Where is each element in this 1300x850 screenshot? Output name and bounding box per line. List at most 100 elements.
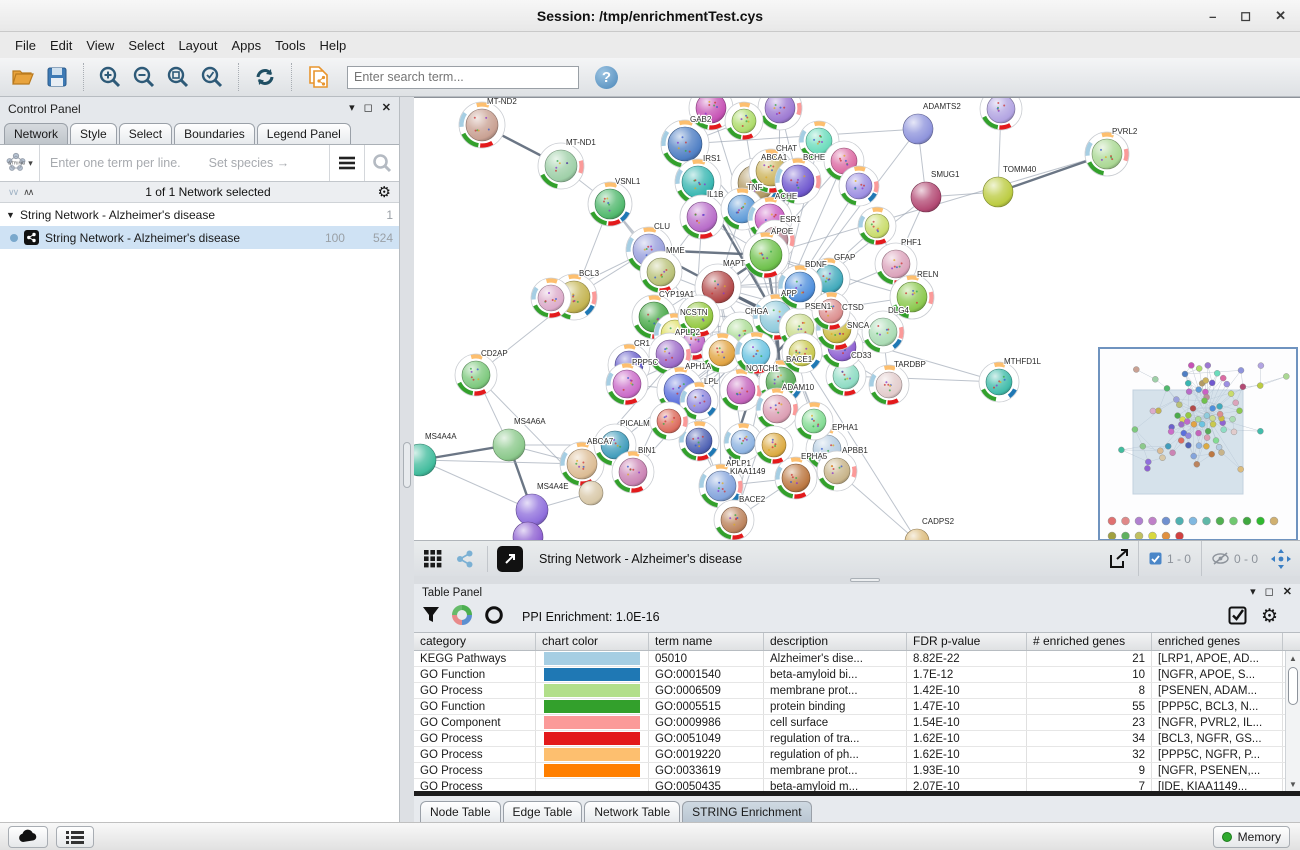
clone-network-icon[interactable] xyxy=(303,62,333,92)
network-node[interactable] xyxy=(987,98,1015,123)
network-node[interactable] xyxy=(687,389,711,413)
network-collection-row[interactable]: ▼ String Network - Alzheimer's disease 1 xyxy=(0,203,399,226)
column-header-enriched-genes[interactable]: enriched genes xyxy=(1152,633,1283,650)
network-node[interactable] xyxy=(619,458,647,486)
panel-float-icon[interactable]: ◻ xyxy=(364,103,373,114)
string-share-icon[interactable] xyxy=(452,546,478,572)
close-icon[interactable]: ✕ xyxy=(1275,8,1286,24)
network-node[interactable] xyxy=(869,318,897,346)
search-input[interactable] xyxy=(347,66,579,89)
network-node[interactable] xyxy=(983,177,1013,207)
network-node[interactable] xyxy=(763,395,791,423)
network-options-gear-icon[interactable]: ⚙ xyxy=(378,185,391,200)
chart-donut-icon[interactable] xyxy=(452,605,472,628)
tab-network-table[interactable]: Network Table xyxy=(584,801,680,822)
network-node[interactable] xyxy=(762,433,786,457)
network-node[interactable] xyxy=(721,507,747,533)
network-node[interactable] xyxy=(1092,139,1122,169)
scroll-thumb[interactable] xyxy=(1288,667,1298,705)
network-node[interactable] xyxy=(846,173,872,199)
scroll-down-icon[interactable]: ▼ xyxy=(1286,777,1300,791)
grid-view-icon[interactable] xyxy=(420,546,446,572)
menu-layout[interactable]: Layout xyxy=(171,35,224,56)
tab-legend-panel[interactable]: Legend Panel xyxy=(257,123,351,144)
network-node[interactable] xyxy=(462,361,490,389)
expand-all-icon[interactable]: ∧∧ xyxy=(23,187,32,198)
horizontal-splitter[interactable] xyxy=(414,576,1300,584)
filter-icon[interactable] xyxy=(422,606,440,627)
network-node[interactable] xyxy=(732,109,756,133)
ring-chart-icon[interactable] xyxy=(484,605,504,628)
menu-view[interactable]: View xyxy=(79,35,121,56)
tab-string-enrichment[interactable]: STRING Enrichment xyxy=(682,801,811,822)
zoom-selected-icon[interactable] xyxy=(197,62,227,92)
table-row[interactable]: GO ProcessGO:0050435beta-amyloid m...2.0… xyxy=(414,779,1300,791)
network-node[interactable] xyxy=(905,529,929,540)
network-canvas[interactable]: MT-ND2MT-ND1VSNL1GAB2IRS1ABCA1CHATBCHEIL… xyxy=(414,97,1300,540)
tab-style[interactable]: Style xyxy=(70,123,117,144)
panel-splitter[interactable] xyxy=(400,97,414,822)
network-node[interactable] xyxy=(865,214,889,238)
network-node[interactable] xyxy=(731,430,755,454)
table-row[interactable]: KEGG Pathways05010Alzheimer's dise...8.8… xyxy=(414,651,1300,667)
network-node[interactable] xyxy=(545,150,577,182)
menu-select[interactable]: Select xyxy=(121,35,171,56)
panel-menu-icon[interactable]: ▾ xyxy=(1250,587,1256,598)
network-node[interactable] xyxy=(911,182,941,212)
tab-edge-table[interactable]: Edge Table xyxy=(503,801,583,822)
network-node[interactable] xyxy=(466,109,498,141)
task-history-button[interactable] xyxy=(56,826,94,848)
network-node[interactable] xyxy=(824,458,850,484)
panel-menu-icon[interactable]: ▾ xyxy=(349,103,355,114)
table-row[interactable]: GO FunctionGO:0005515protein binding1.47… xyxy=(414,699,1300,715)
column-header--enriched-genes[interactable]: # enriched genes xyxy=(1027,633,1152,650)
memory-button[interactable]: Memory xyxy=(1213,826,1290,848)
panel-close-icon[interactable]: ✕ xyxy=(1283,587,1292,598)
viewport-rect[interactable] xyxy=(1133,390,1243,494)
network-node[interactable] xyxy=(647,258,675,286)
birds-eye-view[interactable] xyxy=(1098,347,1298,540)
open-file-icon[interactable] xyxy=(8,62,38,92)
zoom-out-icon[interactable] xyxy=(129,62,159,92)
table-settings-gear-icon[interactable]: ⚙ xyxy=(1261,607,1278,626)
network-node[interactable] xyxy=(742,339,770,367)
network-node[interactable] xyxy=(579,481,603,505)
panel-float-icon[interactable]: ◻ xyxy=(1265,587,1274,598)
select-rows-checkbox-icon[interactable] xyxy=(1228,606,1247,628)
table-row[interactable]: GO FunctionGO:0001540beta-amyloid bi...1… xyxy=(414,667,1300,683)
menu-apps[interactable]: Apps xyxy=(225,35,269,56)
refresh-icon[interactable] xyxy=(250,62,280,92)
network-node[interactable] xyxy=(657,409,681,433)
network-node[interactable] xyxy=(668,127,702,161)
table-row[interactable]: GO ProcessGO:0033619membrane prot...1.93… xyxy=(414,763,1300,779)
network-node[interactable] xyxy=(516,494,548,526)
maximize-icon[interactable]: ◻ xyxy=(1240,8,1251,24)
menu-tools[interactable]: Tools xyxy=(268,35,312,56)
tab-network[interactable]: Network xyxy=(4,123,68,144)
tree-expand-icon[interactable]: ▼ xyxy=(6,210,20,220)
tab-node-table[interactable]: Node Table xyxy=(420,801,501,822)
string-search-icon[interactable] xyxy=(365,153,399,173)
table-row[interactable]: GO ProcessGO:0051049regulation of tra...… xyxy=(414,731,1300,747)
network-node[interactable] xyxy=(613,370,641,398)
export-network-icon[interactable] xyxy=(1106,546,1132,572)
network-node[interactable] xyxy=(567,449,597,479)
menu-file[interactable]: File xyxy=(8,35,43,56)
network-node[interactable] xyxy=(595,189,625,219)
selected-nodes-edges-indicator[interactable]: 1 - 0 xyxy=(1138,541,1201,576)
column-header-chart-color[interactable]: chart color xyxy=(536,633,649,650)
collapse-all-icon[interactable]: ∨∨ xyxy=(8,187,17,198)
table-row[interactable]: GO ProcessGO:0006509membrane prot...1.42… xyxy=(414,683,1300,699)
menu-edit[interactable]: Edit xyxy=(43,35,79,56)
network-node[interactable] xyxy=(727,376,755,404)
zoom-in-icon[interactable] xyxy=(95,62,125,92)
network-node[interactable] xyxy=(903,114,933,144)
network-node[interactable] xyxy=(538,285,564,311)
navigate-icon[interactable] xyxy=(1268,546,1294,572)
help-icon[interactable]: ? xyxy=(595,66,618,89)
zoom-fit-icon[interactable] xyxy=(163,62,193,92)
table-row[interactable]: GO ProcessGO:0019220regulation of ph...1… xyxy=(414,747,1300,763)
tab-select[interactable]: Select xyxy=(119,123,172,144)
table-row[interactable]: GO ComponentGO:0009986cell surface1.54E-… xyxy=(414,715,1300,731)
string-options-icon[interactable] xyxy=(330,156,364,170)
